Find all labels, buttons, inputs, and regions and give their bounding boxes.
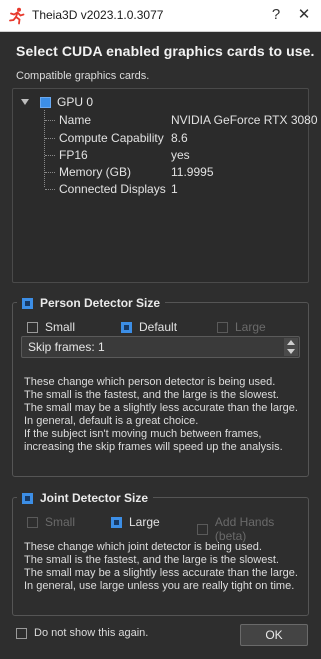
tree-expand-arrow-icon[interactable] (21, 99, 29, 105)
tree-row-value: yes (171, 148, 190, 162)
person-large-label: Large (235, 320, 266, 334)
description-line: If the subject isn't moving much between… (24, 428, 262, 440)
person-default-option[interactable]: Default (121, 320, 177, 334)
person-detector-checkbox[interactable] (22, 297, 33, 309)
close-button[interactable]: ✕ (292, 4, 316, 26)
help-button[interactable]: ? (264, 4, 288, 26)
skip-frames-value[interactable]: Skip frames: 1 (28, 340, 105, 354)
joint-large-checkbox[interactable] (111, 516, 122, 528)
description-line: These change which joint detector is bei… (24, 541, 262, 553)
description-line: The small is the fastest, and the large … (24, 554, 279, 566)
tree-row-key: Memory (GB) (59, 165, 131, 179)
add-hands-label: Add Hands (beta) (214, 515, 275, 543)
joint-detector-header[interactable]: Joint Detector Size (17, 489, 154, 507)
tree-row: Compute Capability 8.6 (13, 130, 308, 147)
gpu-tree-panel: GPU 0 Name NVIDIA GeForce RTX 3080 Compu… (12, 88, 318, 283)
arrow-up-icon (287, 340, 295, 345)
person-small-checkbox[interactable] (27, 321, 38, 333)
tree-row: Name NVIDIA GeForce RTX 3080 (13, 112, 318, 129)
gpu-0-checkbox[interactable] (40, 97, 51, 108)
tree-row: FP16 yes (13, 147, 308, 164)
person-detector-title: Person Detector Size (40, 296, 161, 310)
spin-up-button[interactable] (284, 338, 298, 347)
tree-row: Connected Displays 1 (13, 181, 308, 198)
person-small-label: Small (45, 320, 76, 334)
tree-row-value: NVIDIA GeForce RTX 3080 (171, 113, 318, 127)
joint-small-checkbox (27, 516, 38, 528)
page-subtitle: Compatible graphics cards. (16, 70, 150, 82)
joint-small-label: Small (45, 515, 76, 529)
person-default-checkbox[interactable] (121, 321, 132, 333)
spin-down-button[interactable] (284, 347, 298, 356)
description-line: In general, default is a great choice. (24, 415, 199, 427)
person-detector-header[interactable]: Person Detector Size (17, 294, 166, 312)
tree-row-key: FP16 (59, 148, 88, 162)
arrow-down-icon (287, 349, 295, 354)
add-hands-checkbox (197, 523, 208, 535)
description-line: The small may be a slightly less accurat… (24, 567, 298, 579)
person-large-option: Large (217, 320, 266, 334)
skip-frames-spinbox[interactable]: Skip frames: 1 (21, 336, 300, 358)
description-line: These change which person detector is be… (24, 376, 276, 388)
add-hands-option: Add Hands (beta) (197, 515, 308, 543)
joint-large-label: Large (129, 515, 160, 529)
do-not-show-checkbox[interactable] (16, 627, 27, 639)
person-detector-description: These change which person detector is be… (24, 376, 298, 454)
description-line: increasing the skip frames will speed up… (24, 441, 283, 453)
tree-row-key: Name (59, 113, 92, 127)
gpu-0-label: GPU 0 (57, 95, 94, 109)
page-title: Select CUDA enabled graphics cards to us… (16, 43, 315, 59)
do-not-show-label: Do not show this again. (34, 627, 149, 639)
description-line: The small may be a slightly less accurat… (24, 402, 298, 414)
description-line: In general, use large unless you are rea… (24, 580, 295, 592)
tree-row-key: Connected Displays (59, 182, 166, 196)
tree-row-value: 8.6 (171, 131, 188, 145)
joint-detector-group: Joint Detector Size Small Large Add Hand… (12, 489, 309, 616)
person-default-label: Default (139, 320, 178, 334)
person-large-checkbox (217, 321, 228, 333)
tree-row-value: 11.9995 (171, 165, 214, 179)
tree-row-key: Compute Capability (59, 131, 164, 145)
ok-button[interactable]: OK (240, 624, 308, 646)
joint-detector-title: Joint Detector Size (40, 491, 149, 505)
tree-row-value: 1 (171, 182, 178, 196)
description-line: The small is the fastest, and the large … (24, 389, 279, 401)
joint-small-option: Small (27, 515, 75, 529)
theia-runner-icon (9, 7, 25, 25)
joint-detector-description: These change which joint detector is bei… (24, 541, 298, 593)
window-title: Theia3D v2023.1.0.3077 (32, 8, 164, 22)
joint-detector-checkbox[interactable] (22, 492, 33, 504)
title-bar: Theia3D v2023.1.0.3077 ? ✕ (0, 0, 321, 32)
person-small-option[interactable]: Small (27, 320, 75, 334)
joint-large-option[interactable]: Large (111, 515, 160, 529)
person-detector-group: Person Detector Size Small Default Large… (12, 294, 309, 477)
do-not-show-option[interactable]: Do not show this again. (16, 627, 148, 639)
tree-row: Memory (GB) 11.9995 (13, 164, 308, 181)
